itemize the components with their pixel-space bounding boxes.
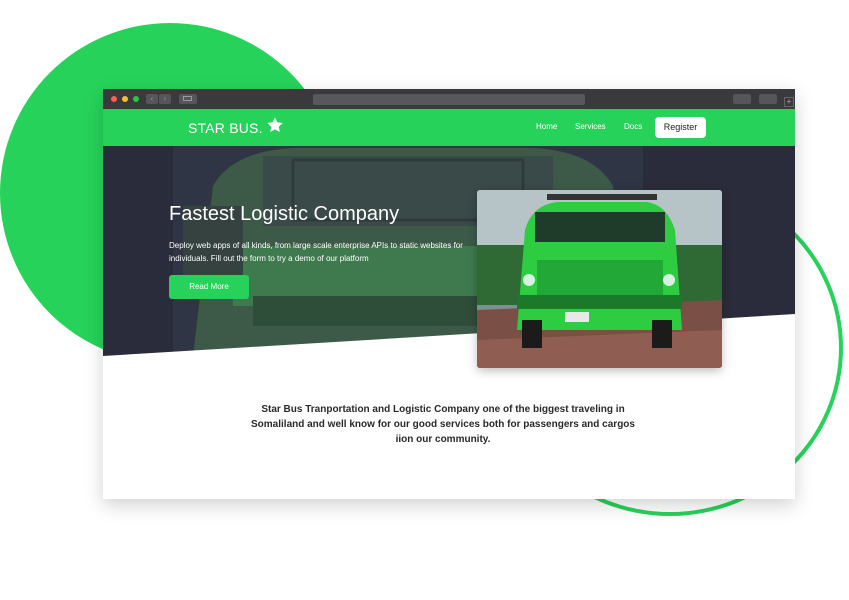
- share-icon[interactable]: [733, 94, 751, 104]
- close-window-button[interactable]: [111, 96, 117, 102]
- hero-subtext: Deploy web apps of all kinds, from large…: [169, 241, 463, 263]
- about-text: Star Bus Tranportation and Logistic Comp…: [251, 404, 635, 445]
- maximize-window-button[interactable]: [133, 96, 139, 102]
- bus-photo: [477, 190, 722, 368]
- back-icon[interactable]: ‹: [146, 94, 158, 104]
- address-bar[interactable]: [313, 94, 585, 105]
- hero-headline: Fastest Logistic Company: [169, 203, 400, 225]
- minimize-window-button[interactable]: [122, 96, 128, 102]
- forward-icon[interactable]: ›: [159, 94, 171, 104]
- star-icon: [267, 117, 283, 133]
- read-more-button[interactable]: Read More: [169, 275, 249, 299]
- sidebar-toggle-icon[interactable]: [179, 94, 197, 104]
- tabs-icon[interactable]: [759, 94, 777, 104]
- nav-link-docs[interactable]: Docs: [624, 122, 642, 131]
- brand-logo-text[interactable]: STAR BUS.: [188, 120, 263, 136]
- nav-link-services[interactable]: Services: [575, 122, 606, 131]
- nav-link-home[interactable]: Home: [536, 122, 557, 131]
- browser-chrome: ‹ › +: [103, 89, 795, 109]
- register-button[interactable]: Register: [655, 117, 706, 138]
- browser-window: ‹ › + STAR BUS. Home Services Docs Regis…: [103, 89, 795, 499]
- new-tab-icon[interactable]: +: [784, 97, 794, 107]
- green-bus-image: [477, 190, 722, 368]
- site-navbar: STAR BUS. Home Services Docs Register: [103, 109, 795, 146]
